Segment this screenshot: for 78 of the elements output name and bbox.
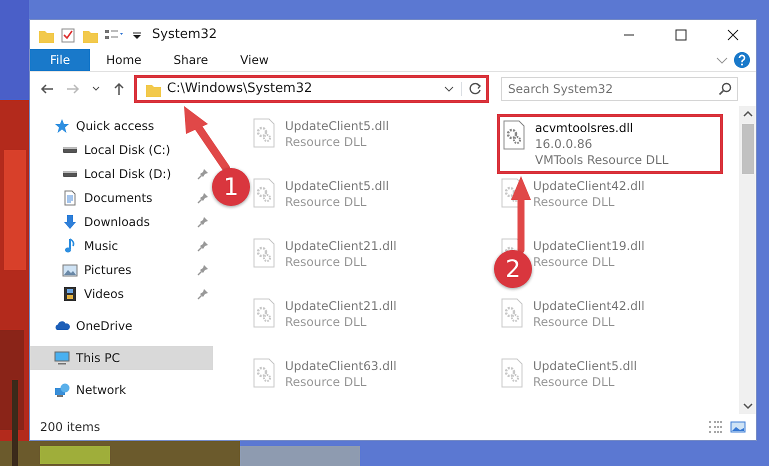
file-type: Resource DLL — [533, 194, 616, 210]
sidebar-item[interactable]: This PC — [30, 346, 213, 370]
pin-icon — [197, 288, 209, 300]
file-type: Resource DLL — [285, 374, 368, 390]
network-icon — [54, 382, 70, 398]
file-name: UpdateClient5.dll — [285, 118, 389, 134]
ribbon-tab[interactable]: Share — [158, 49, 224, 71]
drive-icon — [62, 146, 78, 154]
scrollbar[interactable] — [739, 106, 756, 414]
ribbon-tab[interactable]: Home — [90, 49, 158, 71]
window-title: System32 — [152, 26, 218, 44]
file-name: UpdateClient5.dll — [533, 358, 637, 374]
file-type: Resource DLL — [285, 254, 368, 270]
sidebar-item[interactable]: Local Disk (C:) — [30, 138, 213, 162]
sidebar-item[interactable]: Documents — [30, 186, 213, 210]
file-type: Resource DLL — [285, 314, 368, 330]
file-name: UpdateClient21.dll — [285, 238, 397, 254]
file-name: UpdateClient19.dll — [533, 238, 645, 254]
large-icons-view-icon[interactable] — [730, 420, 746, 434]
monitor-icon — [54, 350, 70, 366]
drive-icon — [62, 170, 78, 178]
search-field[interactable]: Search System32 — [501, 77, 738, 101]
landscape-picture-icon — [62, 262, 78, 278]
file-name: UpdateClient21.dll — [285, 298, 397, 314]
dll-file-icon — [503, 120, 525, 150]
file-item[interactable]: acvmtoolsres.dll 16.0.0.86 VMTools Resource DLL — [497, 114, 723, 174]
dll-file-icon — [501, 298, 523, 328]
scroll-up-icon[interactable] — [742, 110, 752, 118]
document-icon — [62, 190, 78, 206]
file-type: VMTools Resource DLL — [535, 152, 668, 168]
file-version: 16.0.0.86 — [535, 136, 594, 152]
details-view-icon[interactable] — [708, 420, 724, 434]
dll-file-icon — [253, 118, 275, 148]
scroll-down-icon[interactable] — [742, 402, 752, 410]
close-icon — [727, 28, 739, 40]
maximize-icon — [675, 28, 687, 40]
file-name: UpdateClient42.dll — [533, 178, 645, 194]
sidebar-item[interactable]: Music — [30, 234, 213, 258]
file-name: acvmtoolsres.dll — [535, 120, 634, 136]
properties-icon[interactable] — [60, 26, 76, 42]
search-icon[interactable] — [718, 82, 732, 96]
dll-file-icon — [253, 358, 275, 388]
sidebar-item[interactable]: Local Disk (D:) — [30, 162, 213, 186]
refresh-icon[interactable] — [468, 82, 482, 96]
scroll-thumb[interactable] — [742, 124, 754, 174]
file-name: UpdateClient42.dll — [533, 298, 645, 314]
file-name: UpdateClient63.dll — [285, 358, 397, 374]
sidebar-item[interactable]: OneDrive — [30, 314, 213, 338]
pin-icon — [197, 240, 209, 252]
file-type: Resource DLL — [533, 314, 616, 330]
sidebar-item[interactable]: Pictures — [30, 258, 213, 282]
star-icon — [54, 118, 70, 134]
sidebar-item[interactable]: Videos — [30, 282, 213, 306]
file-name: UpdateClient5.dll — [285, 178, 389, 194]
pin-icon — [197, 264, 209, 276]
address-field[interactable]: C:\Windows\System32 — [134, 75, 489, 103]
dll-file-icon — [253, 298, 275, 328]
file-menu-button[interactable]: File — [30, 49, 90, 71]
pin-icon — [197, 216, 209, 228]
dll-file-icon — [501, 358, 523, 388]
download-arrow-icon — [62, 214, 78, 230]
file-type: Resource DLL — [533, 254, 616, 270]
dll-file-icon — [253, 238, 275, 268]
annotation-arrow — [184, 106, 230, 172]
file-type: Resource DLL — [285, 194, 368, 210]
file-type: Resource DLL — [285, 134, 368, 150]
item-count: 200 items — [40, 419, 102, 436]
sidebar-item[interactable]: Downloads — [30, 210, 213, 234]
sidebar-item[interactable]: Quick access — [30, 114, 213, 138]
dll-file-icon — [253, 178, 275, 208]
pin-icon — [197, 192, 209, 204]
help-icon[interactable] — [734, 52, 750, 68]
address-path: C:\Windows\System32 — [167, 80, 314, 98]
file-type: Resource DLL — [533, 374, 616, 390]
pin-icon — [197, 168, 209, 180]
ribbon-tab[interactable]: View — [224, 49, 285, 71]
film-strip-icon — [62, 286, 78, 302]
sidebar-item[interactable]: Network — [30, 378, 213, 402]
